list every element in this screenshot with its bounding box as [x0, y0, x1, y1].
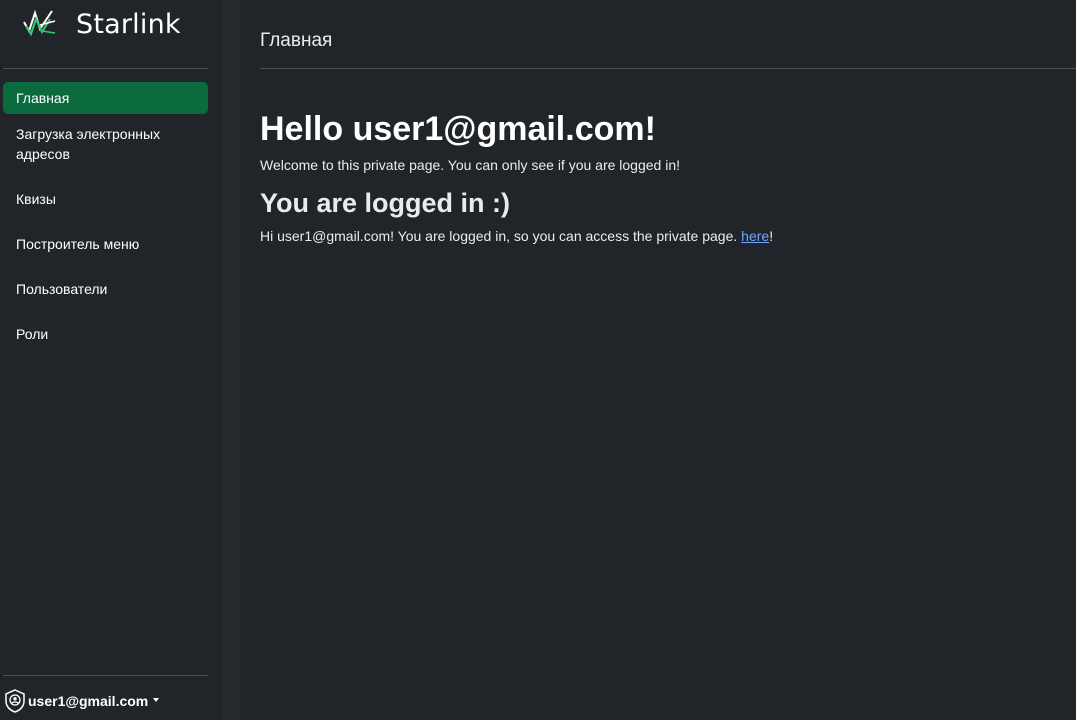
sidebar-item-quizzes[interactable]: Квизы [3, 183, 208, 215]
user-email: user1@gmail.com [28, 693, 149, 709]
here-link[interactable]: here [741, 228, 769, 244]
logged-in-heading: You are logged in :) [260, 188, 511, 218]
sidebar-item-users[interactable]: Пользователи [3, 273, 208, 305]
sidebar-top-divider [3, 68, 208, 69]
starlink-logo-icon [23, 9, 56, 37]
user-menu-toggle[interactable]: user1@gmail.com [4, 689, 160, 713]
header-divider [260, 68, 1076, 69]
user-shield-icon [5, 689, 25, 713]
brand[interactable]: Starlink [22, 4, 181, 44]
sidebar-bottom-divider [3, 675, 208, 676]
private-page-prefix: Hi user1@gmail.com! You are logged in, s… [260, 228, 742, 244]
private-page-text: Hi user1@gmail.com! You are logged in, s… [260, 228, 773, 244]
app: Starlink Главная Загрузка электронных ад… [0, 0, 1076, 720]
sidebar-item-menu-builder[interactable]: Построитель меню [3, 228, 208, 260]
sidebar-nav: Главная Загрузка электронных адресов Кви… [3, 82, 208, 363]
sidebar-gutter [222, 0, 240, 720]
main-content: Главная Hello user1@gmail.com! Welcome t… [240, 0, 1076, 720]
caret-down-icon [153, 698, 160, 702]
page-header: Главная [260, 30, 333, 51]
hello-heading: Hello user1@gmail.com! [260, 110, 656, 148]
sidebar-item-email-upload[interactable]: Загрузка электронных адресов [3, 118, 208, 170]
private-page-suffix: ! [769, 228, 774, 244]
sidebar-item-roles[interactable]: Роли [3, 318, 208, 350]
sidebar-item-home[interactable]: Главная [3, 82, 208, 114]
welcome-text: Welcome to this private page. You can on… [260, 157, 681, 173]
sidebar: Starlink Главная Загрузка электронных ад… [0, 0, 222, 720]
brand-name: Starlink [76, 8, 181, 40]
